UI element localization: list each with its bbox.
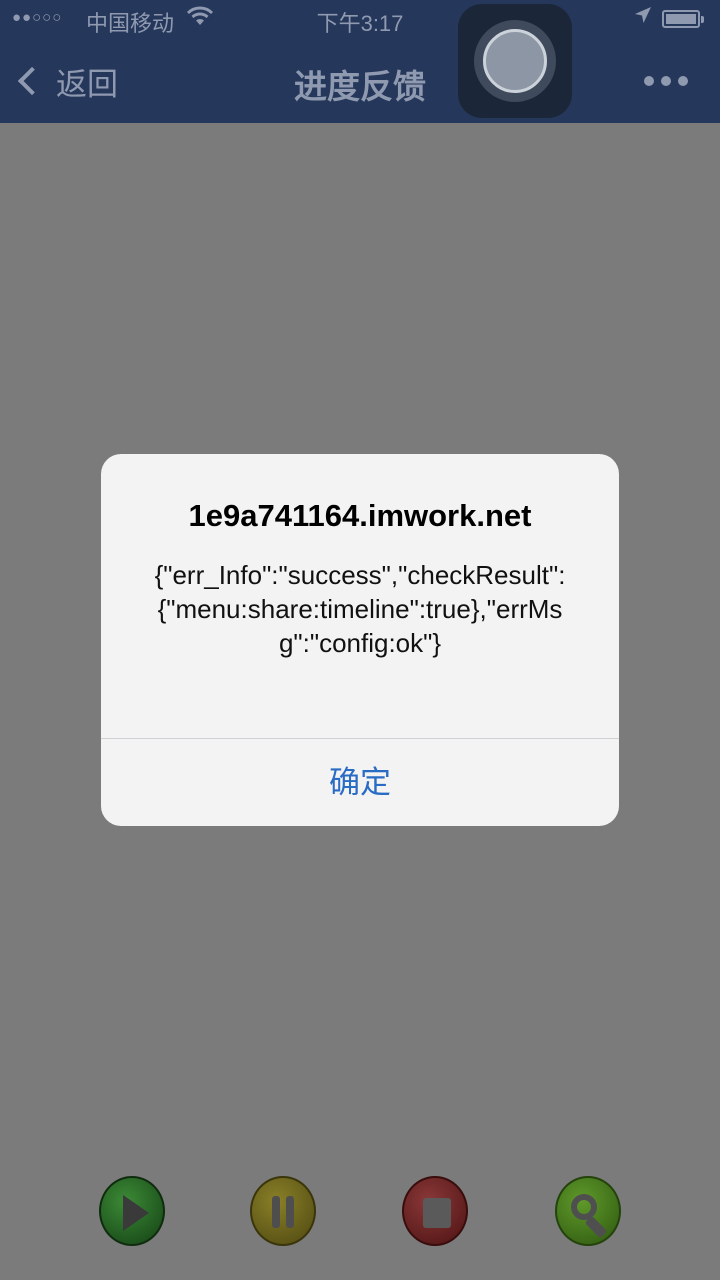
pause-button[interactable] xyxy=(250,1176,316,1246)
nav-bar: 返回 进度反馈 xyxy=(0,40,720,123)
confirm-button[interactable]: 确定 xyxy=(101,739,619,826)
more-dots-icon[interactable] xyxy=(644,76,688,86)
alert-title: 1e9a741164.imwork.net xyxy=(188,498,532,533)
assistive-touch-button[interactable] xyxy=(458,4,572,118)
alert-dialog: 1e9a741164.imwork.net {"err_Info":"succe… xyxy=(101,454,619,826)
status-bar: ●●○○○ 中国移动 下午3:17 xyxy=(0,0,720,40)
search-button[interactable] xyxy=(555,1176,621,1246)
pause-icon xyxy=(272,1196,296,1228)
page-title: 进度反馈 xyxy=(294,68,426,105)
play-icon xyxy=(123,1195,149,1231)
status-time: 下午3:17 xyxy=(316,11,404,36)
stop-button[interactable] xyxy=(402,1176,468,1246)
play-button[interactable] xyxy=(99,1176,165,1246)
alert-message: {"err_Info":"success","checkResult":{"me… xyxy=(154,560,566,658)
stop-icon xyxy=(423,1198,451,1228)
battery-icon xyxy=(662,10,704,28)
location-arrow-icon xyxy=(634,6,652,29)
